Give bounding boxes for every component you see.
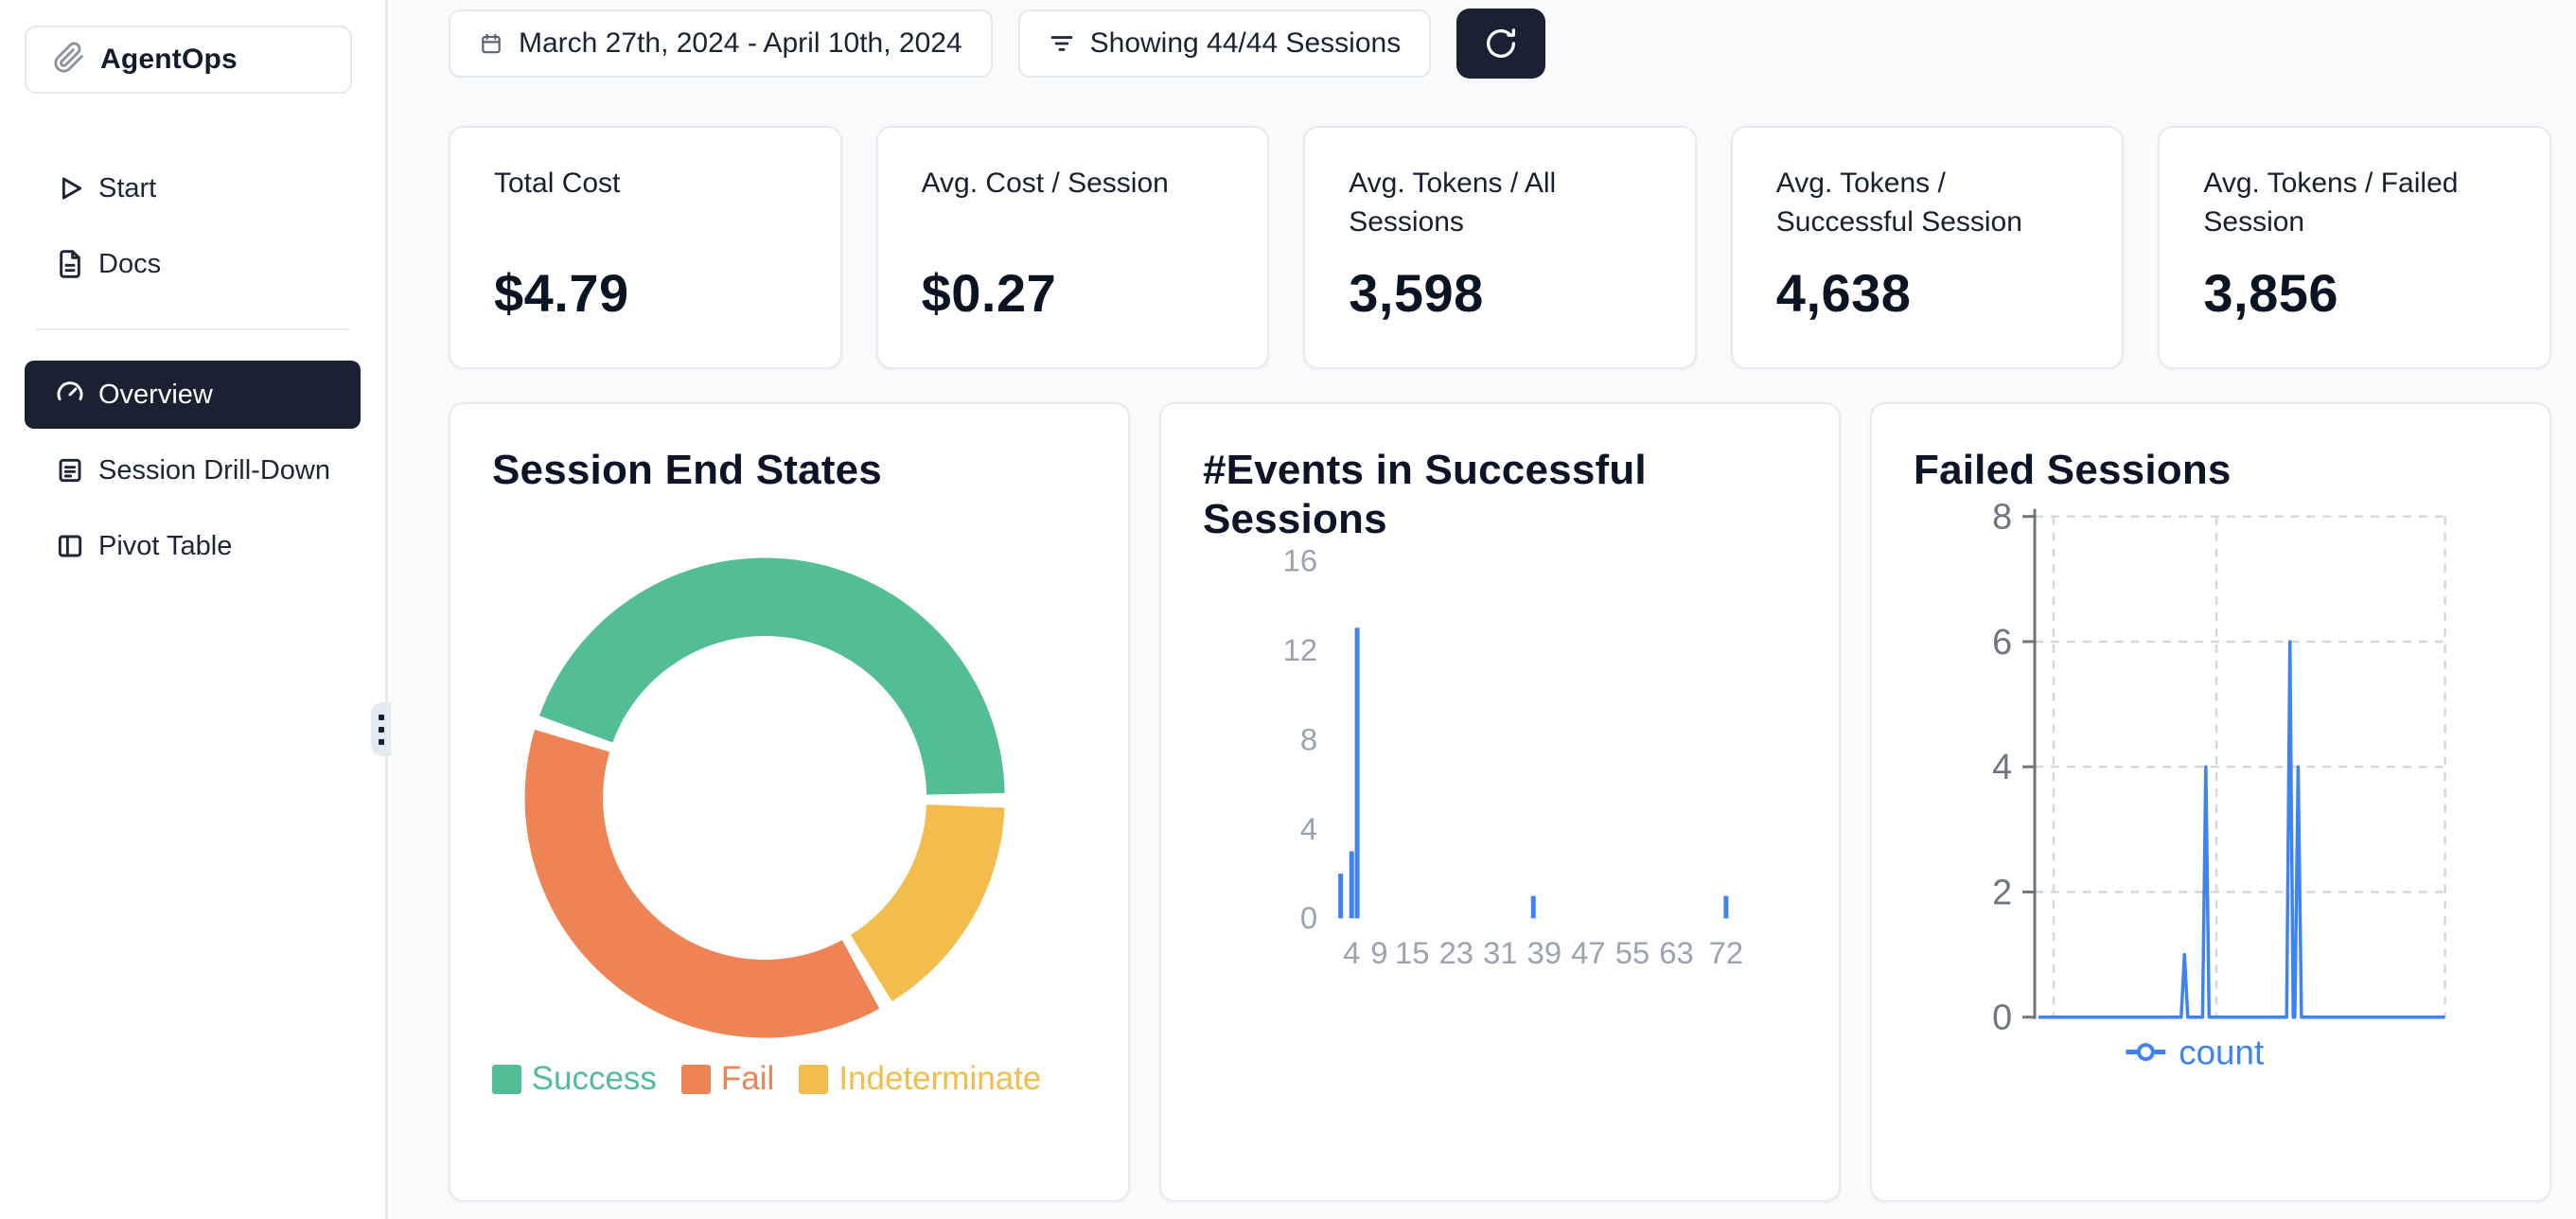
x-tick-label: 15 — [1395, 935, 1429, 970]
x-tick-label: 39 — [1527, 935, 1561, 970]
date-range-label: March 27th, 2024 - April 10th, 2024 — [519, 27, 962, 60]
stat-value: $0.27 — [922, 262, 1230, 324]
sessions-filter-button[interactable]: Showing 44/44 Sessions — [1018, 9, 1432, 78]
stat-value: $4.79 — [494, 262, 803, 324]
y-tick-label: 0 — [1300, 900, 1317, 935]
stat-label: Total Cost — [494, 164, 803, 262]
docs-icon — [53, 247, 87, 281]
donut-segment-fail — [525, 730, 880, 1038]
legend-swatch — [492, 1065, 521, 1094]
bar-x37 — [1531, 896, 1536, 919]
stat-value: 4,638 — [1776, 262, 2085, 324]
topbar: March 27th, 2024 - April 10th, 2024 Show… — [449, 9, 1545, 79]
sidebar-item-overview[interactable]: Overview — [25, 361, 361, 429]
x-tick-label: 55 — [1615, 935, 1650, 970]
failed-sessions-card: Failed Sessions 02468count — [1870, 402, 2551, 1202]
logo[interactable]: AgentOps — [25, 26, 352, 94]
y-tick-label: 8 — [1992, 498, 2012, 538]
failed-sessions-line-chart: 0 2 4 6 8 count — [1872, 404, 2550, 1200]
legend-label: Fail — [721, 1060, 774, 1098]
bar-x2 — [1338, 874, 1343, 918]
calendar-icon — [479, 31, 503, 56]
stat-label: Avg. Tokens / Successful Session — [1776, 164, 2085, 262]
sidebar-item-label: Docs — [98, 249, 161, 280]
x-tick-label: 47 — [1571, 935, 1605, 970]
y-tick-label: 8 — [1300, 721, 1317, 756]
paperclip-logo-icon — [53, 42, 85, 79]
stat-card-avg-tokens-failed: Avg. Tokens / Failed Session 3,856 — [2158, 126, 2551, 369]
refresh-button[interactable] — [1456, 9, 1545, 79]
sidebar-item-session-drill-down[interactable]: Session Drill-Down — [25, 436, 361, 504]
session-end-states-card: Session End States SuccessFailIndetermin… — [449, 402, 1130, 1202]
y-tick-label: 2 — [1992, 873, 2012, 912]
stat-card-avg-tokens-successful: Avg. Tokens / Successful Session 4,638 — [1731, 126, 2125, 369]
x-tick-label: 4 — [1343, 935, 1360, 970]
gauge-icon — [53, 378, 87, 412]
y-tick-label: 0 — [1992, 998, 2012, 1038]
legend-point-icon — [2139, 1045, 2153, 1059]
document-lines-icon — [53, 453, 87, 487]
donut-segment-success — [539, 557, 1005, 794]
sidebar-divider — [36, 328, 349, 330]
x-tick-label: 23 — [1439, 935, 1473, 970]
agentops-dashboard: AgentOps Start Docs Overview — [0, 0, 2576, 1219]
sidebar-item-label: Session Drill-Down — [98, 455, 330, 486]
sidebar-item-start[interactable]: Start — [25, 154, 361, 222]
play-icon — [53, 171, 87, 205]
sidebar-nav: Start Docs Overview Session Drill-Down — [25, 154, 361, 580]
stat-card-avg-cost-session: Avg. Cost / Session $0.27 — [876, 126, 1270, 369]
legend-item-fail[interactable]: Fail — [681, 1060, 774, 1098]
donut-segment-indeterminate — [851, 804, 1005, 1001]
sidebar-item-label: Pivot Table — [98, 531, 232, 562]
y-tick-label: 12 — [1283, 632, 1317, 667]
stat-card-total-cost: Total Cost $4.79 — [449, 126, 842, 369]
date-range-button[interactable]: March 27th, 2024 - April 10th, 2024 — [449, 9, 993, 78]
y-tick-label: 6 — [1992, 623, 2012, 662]
legend-item-indeterminate[interactable]: Indeterminate — [799, 1060, 1041, 1098]
donut-legend: Success Fail Indeterminate — [450, 1060, 1083, 1098]
bar-x4 — [1350, 851, 1354, 918]
x-tick-label: 9 — [1370, 935, 1387, 970]
legend-item-success[interactable]: Success — [492, 1060, 657, 1098]
x-tick-label: 63 — [1659, 935, 1693, 970]
sessions-filter-label: Showing 44/44 Sessions — [1090, 27, 1402, 60]
stat-card-avg-tokens-all: Avg. Tokens / All Sessions 3,598 — [1303, 126, 1697, 369]
bar-x5 — [1355, 627, 1360, 918]
legend-label: Indeterminate — [838, 1060, 1041, 1098]
sidebar-item-pivot-table[interactable]: Pivot Table — [25, 512, 361, 580]
legend-swatch — [799, 1065, 828, 1094]
y-tick-label: 4 — [1300, 811, 1317, 846]
y-tick-label: 16 — [1283, 542, 1317, 577]
legend-label[interactable]: count — [2179, 1033, 2264, 1071]
x-tick-label: 72 — [1709, 935, 1743, 970]
sidebar: AgentOps Start Docs Overview — [0, 0, 388, 1219]
bar-x72 — [1723, 896, 1728, 919]
sidebar-item-label: Overview — [98, 380, 213, 411]
logo-text: AgentOps — [100, 44, 238, 76]
panel-left-icon — [53, 529, 87, 563]
stat-label: Avg. Cost / Session — [922, 164, 1230, 262]
y-tick-label: 4 — [1992, 748, 2012, 787]
stat-value: 3,598 — [1349, 262, 1657, 324]
legend-swatch — [681, 1065, 711, 1094]
stat-cards-row: Total Cost $4.79 Avg. Cost / Session $0.… — [449, 126, 2551, 369]
charts-row: Session End States SuccessFailIndetermin… — [449, 402, 2551, 1202]
sidebar-item-label: Start — [98, 173, 156, 204]
stat-label: Avg. Tokens / Failed Session — [2203, 164, 2512, 262]
count-line-series — [2038, 642, 2445, 1017]
legend-label: Success — [532, 1060, 657, 1098]
main-content: March 27th, 2024 - April 10th, 2024 Show… — [391, 0, 2576, 1219]
stat-value: 3,856 — [2203, 262, 2512, 324]
filter-lines-icon — [1049, 30, 1075, 57]
refresh-icon — [1482, 25, 1520, 62]
x-tick-label: 31 — [1483, 935, 1517, 970]
stat-label: Avg. Tokens / All Sessions — [1349, 164, 1657, 262]
events-bar-chart: 0481216491523313947556372 — [1161, 404, 1839, 1200]
events-in-successful-sessions-card: #Events in Successful Sessions 048121649… — [1159, 402, 1841, 1202]
sidebar-item-docs[interactable]: Docs — [25, 230, 361, 298]
